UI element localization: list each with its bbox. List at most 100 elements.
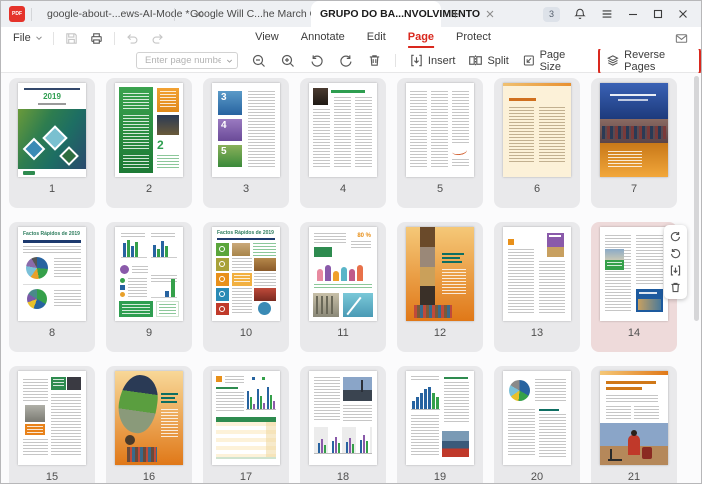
thumb-insert-button[interactable]: [669, 264, 682, 277]
save-icon[interactable]: [64, 31, 79, 46]
page-number: 8: [48, 327, 56, 339]
chevron-down-icon[interactable]: [226, 57, 233, 65]
page-number: 13: [530, 327, 544, 339]
page-thumbnail[interactable]: 9: [106, 222, 192, 352]
thumb-rotate-left-button[interactable]: [669, 247, 682, 260]
page-thumbnail[interactable]: 21: [591, 366, 677, 483]
menu-page[interactable]: Page: [407, 28, 435, 48]
page-thumbnail[interactable]: 19: [397, 366, 483, 483]
divider: [174, 7, 175, 21]
insert-label: Insert: [427, 54, 456, 67]
page-number: 3: [242, 183, 250, 195]
new-tab-button[interactable]: +: [441, 7, 470, 22]
divider: [113, 31, 115, 45]
page-preview: Factos Rápidos de 2019: [18, 227, 86, 321]
page-number: 5: [436, 183, 444, 195]
page-size-button[interactable]: Page Size: [522, 49, 586, 73]
page-thumbnail[interactable]: 18: [300, 366, 386, 483]
page-number: 16: [142, 471, 156, 483]
undo-icon[interactable]: [125, 31, 140, 46]
page-number: 19: [433, 471, 447, 483]
page-thumbnail[interactable]: 16: [106, 366, 192, 483]
thumbnail-panel: 2019 1 2 2 3 4 5 3 4 5 6 7 Factos Rápido…: [1, 73, 701, 483]
zoom-out-icon[interactable]: [251, 53, 267, 69]
page-number: 12: [433, 327, 447, 339]
rotate-right-icon[interactable]: [338, 53, 354, 69]
file-menu-label: File: [13, 32, 31, 44]
page-number-input[interactable]: [143, 54, 223, 67]
thumbnail-hover-toolbar: [664, 225, 687, 299]
rotate-left-icon[interactable]: [309, 53, 325, 69]
page-number: 2: [145, 183, 153, 195]
page-number: 9: [145, 327, 153, 339]
tab-google-will[interactable]: Google Will C...he March Core: [181, 1, 346, 27]
page-thumbnail[interactable]: 2019 1: [9, 78, 95, 208]
page-thumbnail[interactable]: 7: [591, 78, 677, 208]
thumb-delete-button[interactable]: [669, 281, 682, 294]
page-preview: [115, 371, 183, 465]
page-number-input-wrap: [136, 52, 238, 69]
insert-button[interactable]: Insert: [409, 53, 456, 68]
page-size-label: Page Size: [539, 48, 566, 73]
bell-icon[interactable]: [573, 7, 587, 21]
page-thumbnail[interactable]: 4: [300, 78, 386, 208]
print-icon[interactable]: [89, 31, 104, 46]
page-number: 4: [339, 183, 347, 195]
thumbnail-grid: 2019 1 2 2 3 4 5 3 4 5 6 7 Factos Rápido…: [9, 78, 691, 483]
tab-grupo-do-banco[interactable]: GRUPO DO BA...NVOLVIMENTO: [311, 1, 494, 27]
page-thumbnail[interactable]: 80 % 11: [300, 222, 386, 352]
file-menu[interactable]: File: [13, 32, 43, 44]
page-number: 20: [530, 471, 544, 483]
menu-bar: File View Annotate Edit Page Protect: [1, 27, 701, 49]
reverse-pages-highlight-annotation: Reverse Pages: [598, 45, 701, 76]
page-thumbnail[interactable]: 3 4 5 3: [203, 78, 289, 208]
page-thumbnail[interactable]: 2 2: [106, 78, 192, 208]
page-thumbnail[interactable]: Factos Rápidos de 2019 10: [203, 222, 289, 352]
redo-icon[interactable]: [150, 31, 165, 46]
menu-view[interactable]: View: [255, 28, 279, 48]
page-number: 18: [336, 471, 350, 483]
page-number: 10: [239, 327, 253, 339]
reverse-pages-button[interactable]: Reverse Pages: [606, 49, 693, 73]
minimize-button[interactable]: [627, 8, 639, 20]
maximize-button[interactable]: [652, 8, 664, 20]
page-thumbnail[interactable]: 12: [397, 222, 483, 352]
page-preview: [503, 227, 571, 321]
vertical-scrollbar[interactable]: [694, 76, 700, 478]
menu-edit[interactable]: Edit: [367, 28, 386, 48]
hamburger-menu-icon[interactable]: [600, 7, 614, 21]
tab-close-icon[interactable]: [486, 10, 494, 18]
envelope-icon[interactable]: [674, 31, 689, 46]
delete-page-icon[interactable]: [367, 53, 382, 68]
page-thumbnail[interactable]: 15: [9, 366, 95, 483]
page-thumbnail-hovered[interactable]: 14: [591, 222, 687, 352]
page-thumbnail[interactable]: 5: [397, 78, 483, 208]
page-thumbnail[interactable]: 20: [494, 366, 580, 483]
close-button[interactable]: [677, 8, 689, 20]
page-number: 6: [533, 183, 541, 195]
menu-annotate[interactable]: Annotate: [301, 28, 345, 48]
page-thumbnail[interactable]: Factos Rápidos de 2019 8: [9, 222, 95, 352]
title-bar: PDF google-about-...ews-AI-Mode * Google…: [1, 1, 701, 27]
page-thumbnail[interactable]: 17: [203, 366, 289, 483]
notification-count-badge[interactable]: 3: [543, 6, 560, 22]
page-number: 21: [627, 471, 641, 483]
page-number: 1: [48, 183, 56, 195]
thumb-rotate-right-button[interactable]: [669, 230, 682, 243]
zoom-in-icon[interactable]: [280, 53, 296, 69]
split-button[interactable]: Split: [468, 53, 509, 68]
page-preview: [212, 371, 280, 465]
page-thumbnail[interactable]: 13: [494, 222, 580, 352]
tab-label: google-about-...ews-AI-Mode *: [47, 8, 190, 20]
app-window: PDF google-about-...ews-AI-Mode * Google…: [0, 0, 702, 484]
page-preview: 2019: [18, 83, 86, 177]
reverse-pages-label: Reverse Pages: [624, 48, 666, 73]
tab-google-about[interactable]: google-about-...ews-AI-Mode *: [38, 1, 203, 27]
menu-protect[interactable]: Protect: [456, 28, 491, 48]
page-preview: [309, 371, 377, 465]
page-preview: [115, 227, 183, 321]
split-label: Split: [487, 54, 509, 67]
scrollbar-thumb[interactable]: [694, 76, 699, 321]
page-thumbnail[interactable]: 6: [494, 78, 580, 208]
page-preview: [600, 371, 668, 465]
